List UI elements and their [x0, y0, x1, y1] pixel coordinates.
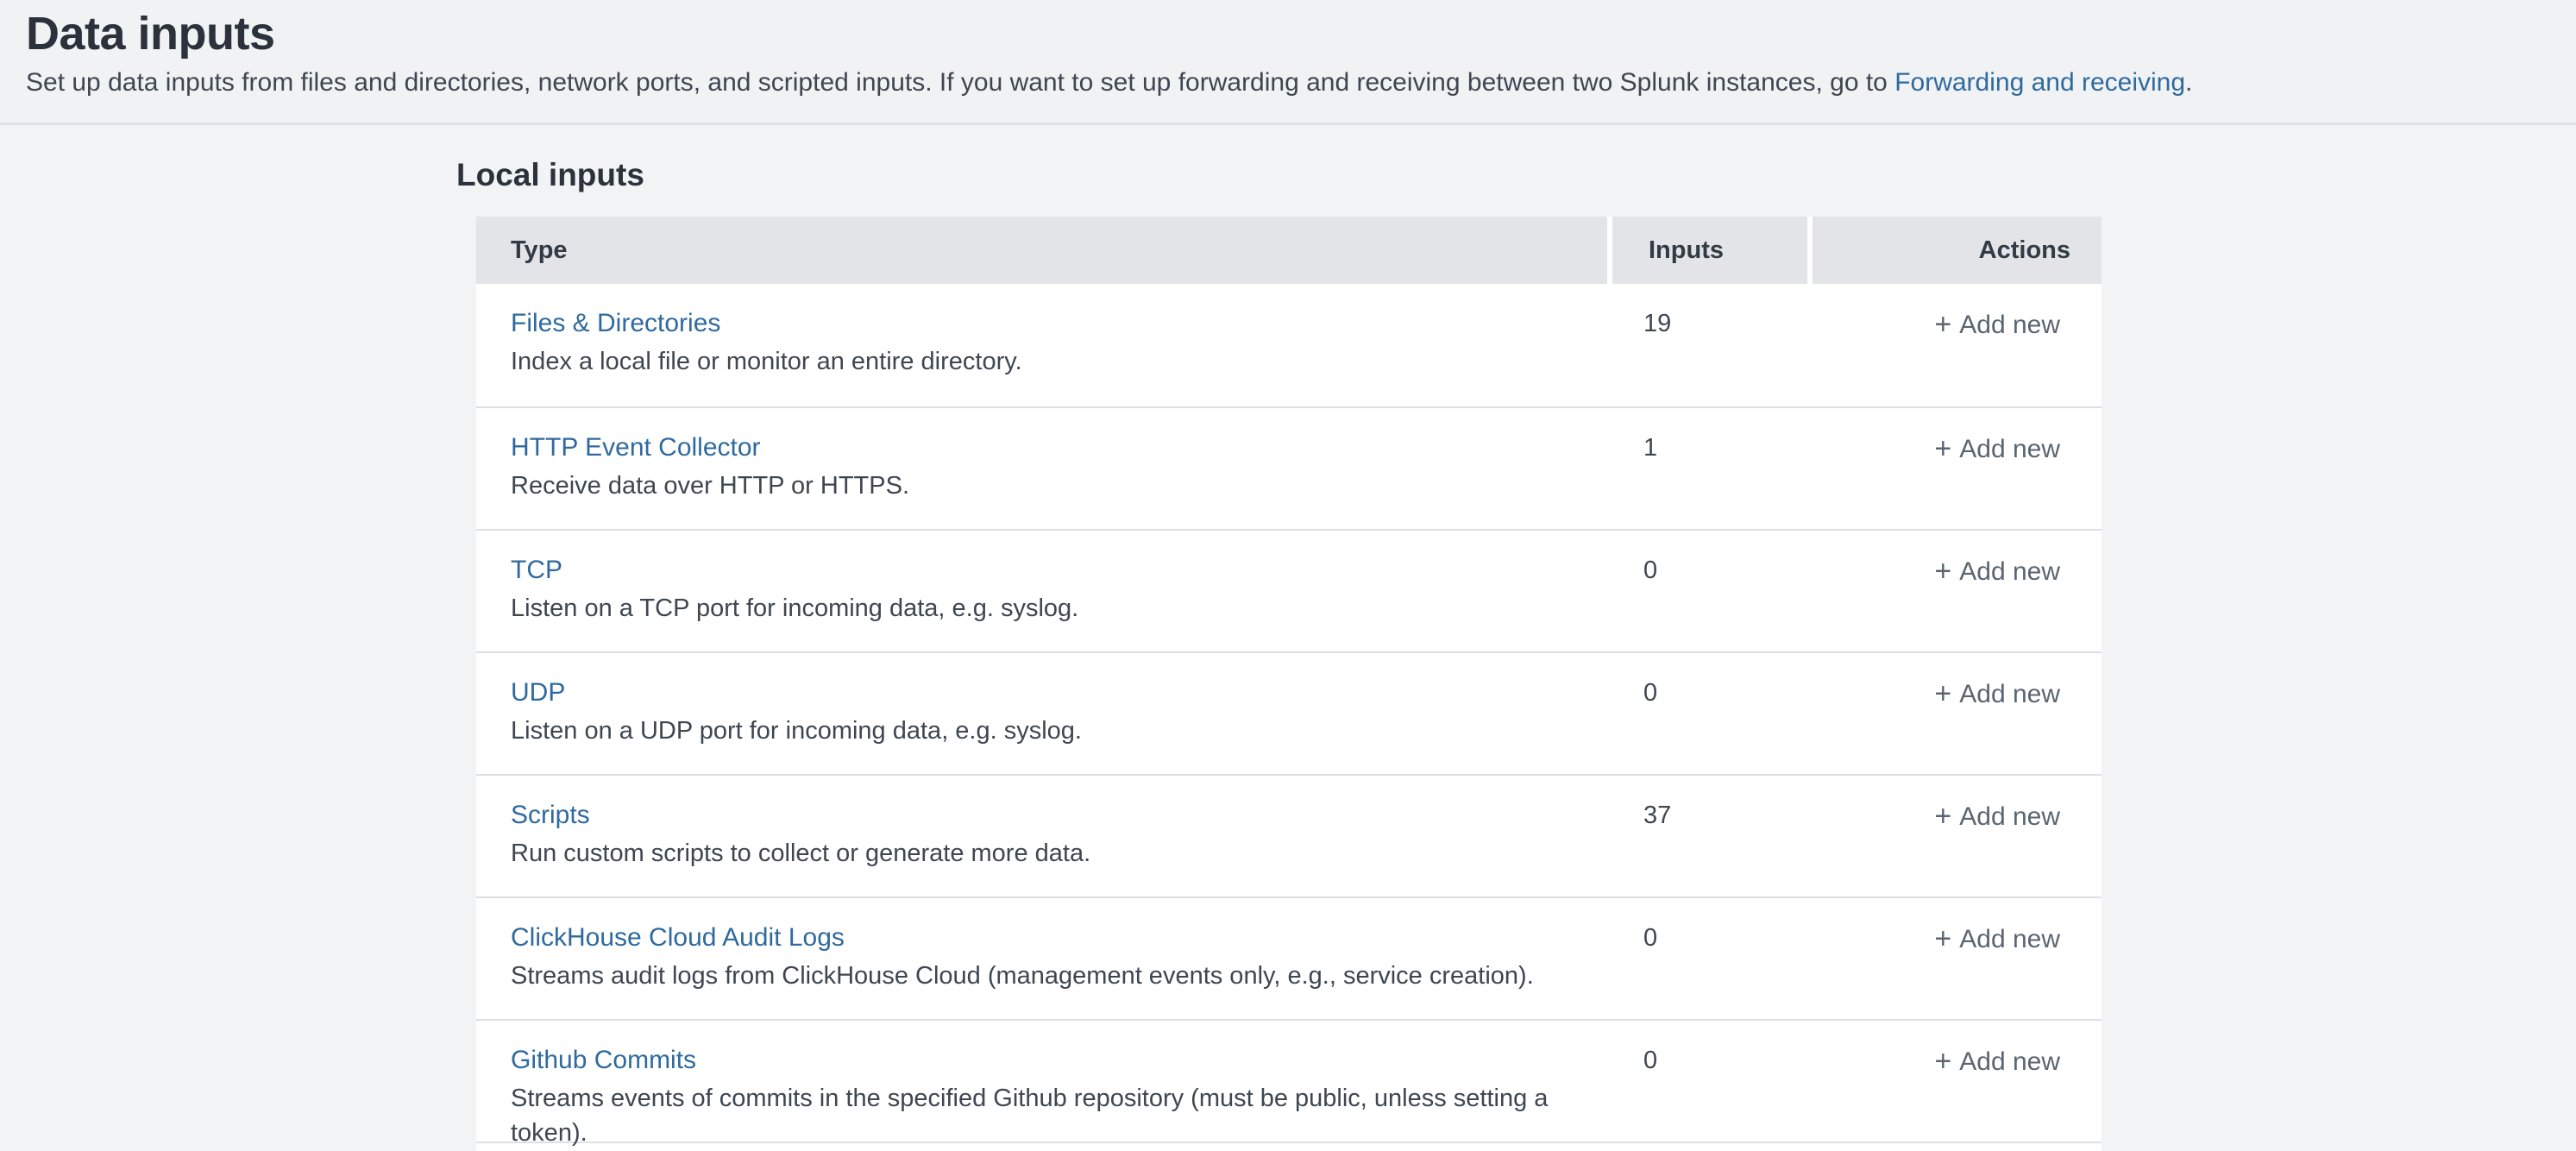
section-title: Local inputs — [456, 156, 2576, 194]
table-row: Files & Directories Index a local file o… — [476, 284, 2102, 406]
input-type-link[interactable]: HTTP Event Collector — [511, 431, 761, 465]
add-new-button[interactable]: + Add new — [1934, 306, 2060, 343]
plus-icon: + — [1934, 800, 1951, 833]
page-intro: Set up data inputs from files and direct… — [26, 64, 2550, 102]
input-type-description: Run custom scripts to collect or generat… — [511, 836, 1607, 871]
input-count: 0 — [1643, 1047, 1657, 1074]
input-type-link[interactable]: Github Commits — [511, 1043, 696, 1078]
plus-icon: + — [1934, 432, 1951, 465]
page-header: Data inputs Set up data inputs from file… — [0, 0, 2576, 125]
add-new-button[interactable]: + Add new — [1934, 553, 2060, 589]
add-new-label: Add new — [1959, 557, 2060, 586]
add-new-button[interactable]: + Add new — [1934, 921, 2060, 957]
input-count: 0 — [1643, 557, 1657, 584]
input-count: 0 — [1643, 924, 1657, 952]
input-type-description: Listen on a TCP port for incoming data, … — [511, 591, 1607, 626]
add-new-button[interactable]: + Add new — [1934, 676, 2060, 712]
input-type-description: Index a local file or monitor an entire … — [511, 344, 1607, 379]
plus-icon: + — [1934, 677, 1951, 710]
add-new-label: Add new — [1959, 435, 2060, 463]
input-count: 37 — [1643, 802, 1671, 829]
table-row: Scripts Run custom scripts to collect or… — [476, 774, 2102, 896]
table-body: Files & Directories Index a local file o… — [476, 284, 2102, 1142]
input-type-link[interactable]: Scripts — [511, 798, 590, 833]
table-row: TCP Listen on a TCP port for incoming da… — [476, 529, 2102, 651]
input-type-link[interactable]: UDP — [511, 676, 565, 710]
content-area: Local inputs Type Inputs Actions Files &… — [0, 125, 2576, 1151]
plus-icon: + — [1934, 555, 1951, 588]
add-new-button[interactable]: + Add new — [1934, 431, 2060, 467]
input-type-description: Listen on a UDP port for incoming data, … — [511, 714, 1607, 748]
input-count: 1 — [1643, 434, 1657, 462]
input-count: 19 — [1643, 310, 1671, 337]
input-type-link[interactable]: ClickHouse Cloud Audit Logs — [511, 921, 845, 955]
table-row: UDP Listen on a UDP port for incoming da… — [476, 651, 2102, 774]
add-new-button[interactable]: + Add new — [1934, 798, 2060, 834]
input-type-description: Streams audit logs from ClickHouse Cloud… — [511, 959, 1607, 993]
add-new-label: Add new — [1959, 925, 2060, 953]
table-header-row: Type Inputs Actions — [476, 217, 2102, 284]
page-intro-period: . — [2185, 68, 2192, 97]
input-type-link[interactable]: Files & Directories — [511, 306, 720, 341]
add-new-button[interactable]: + Add new — [1934, 1043, 2060, 1079]
forwarding-receiving-link[interactable]: Forwarding and receiving — [1894, 68, 2185, 97]
input-type-description: Receive data over HTTP or HTTPS. — [511, 469, 1607, 503]
input-count: 0 — [1643, 679, 1657, 707]
plus-icon: + — [1934, 1045, 1951, 1078]
plus-icon: + — [1934, 922, 1951, 955]
add-new-label: Add new — [1959, 680, 2060, 708]
column-header-type[interactable]: Type — [476, 217, 1607, 284]
page-title: Data inputs — [26, 7, 2550, 60]
input-type-description: Streams events of commits in the specifi… — [511, 1081, 1607, 1150]
add-new-label: Add new — [1959, 311, 2060, 339]
local-inputs-table: Type Inputs Actions Files & Directories … — [476, 217, 2102, 1151]
table-row: HTTP Event Collector Receive data over H… — [476, 406, 2102, 529]
table-row: Github Commits Streams events of commits… — [476, 1019, 2102, 1142]
column-header-actions: Actions — [1813, 217, 2102, 284]
table-row: ClickHouse Cloud Audit Logs Streams audi… — [476, 896, 2102, 1019]
add-new-label: Add new — [1959, 802, 2060, 831]
page-intro-text: Set up data inputs from files and direct… — [26, 68, 1894, 97]
add-new-label: Add new — [1959, 1047, 2060, 1076]
column-header-inputs[interactable]: Inputs — [1612, 217, 1807, 284]
input-type-link[interactable]: TCP — [511, 553, 562, 588]
plus-icon: + — [1934, 308, 1951, 341]
